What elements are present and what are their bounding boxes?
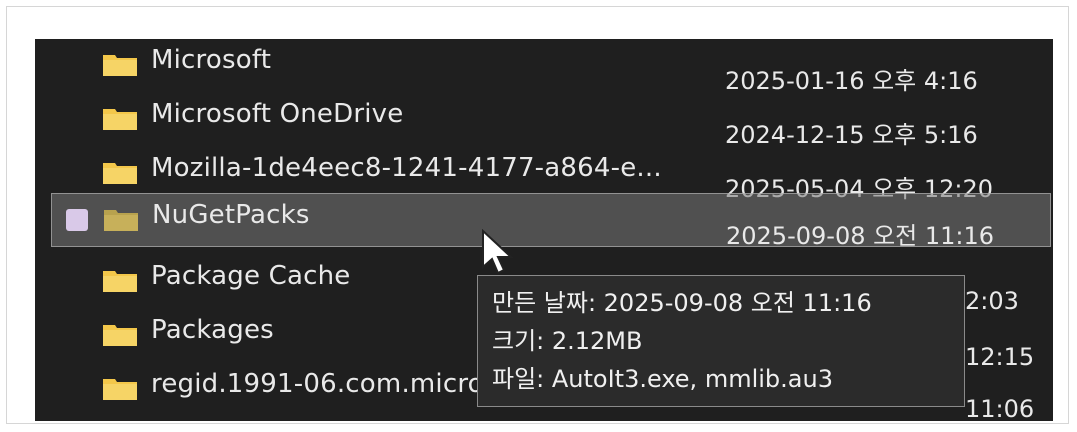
file-name: NuGetPacks <box>152 200 310 230</box>
file-explorer-list-view: Microsoft 2025-01-16 오후 4:16 Microsoft O… <box>35 39 1053 421</box>
file-name: regid.1991-06.com.microsoft <box>151 369 533 399</box>
folder-icon <box>103 379 137 400</box>
list-item-selected[interactable]: NuGetPacks 2025-09-08 오전 11:16 <box>51 193 1051 250</box>
folder-icon <box>103 271 137 292</box>
file-name: Mozilla-1de4eec8-1241-4177-a864-e... <box>151 153 662 183</box>
file-modified-date: 2024-12-15 오후 5:16 <box>725 121 978 149</box>
file-modified-date: 11:06 <box>965 395 1035 421</box>
screenshot-frame: Microsoft 2025-01-16 오후 4:16 Microsoft O… <box>6 6 1069 424</box>
mouse-pointer-icon <box>482 229 514 275</box>
file-modified-date: 2025-01-16 오후 4:16 <box>725 67 978 95</box>
folder-icon <box>103 109 137 130</box>
tooltip-files: 파일: AutoIt3.exe, mmlib.au3 <box>492 365 833 393</box>
folder-icon <box>103 55 137 76</box>
file-name: Microsoft OneDrive <box>151 99 404 129</box>
folder-icon <box>104 210 138 231</box>
folder-icon <box>103 163 137 184</box>
list-item[interactable]: Microsoft 2025-01-16 오후 4:16 <box>35 39 1053 95</box>
tooltip-created-date: 만든 날짜: 2025-09-08 오전 11:16 <box>492 289 872 317</box>
folder-icon <box>103 325 137 346</box>
file-info-tooltip: 만든 날짜: 2025-09-08 오전 11:16 크기: 2.12MB 파일… <box>477 275 965 407</box>
tooltip-size: 크기: 2.12MB <box>492 327 643 355</box>
selection-checkbox[interactable] <box>66 209 88 231</box>
list-item[interactable]: Microsoft OneDrive 2024-12-15 오후 5:16 <box>35 93 1053 149</box>
file-name: Microsoft <box>151 45 272 75</box>
file-name: Packages <box>151 315 274 345</box>
file-name: Package Cache <box>151 261 351 291</box>
file-modified-date: 2025-09-08 오전 11:16 <box>726 222 995 250</box>
